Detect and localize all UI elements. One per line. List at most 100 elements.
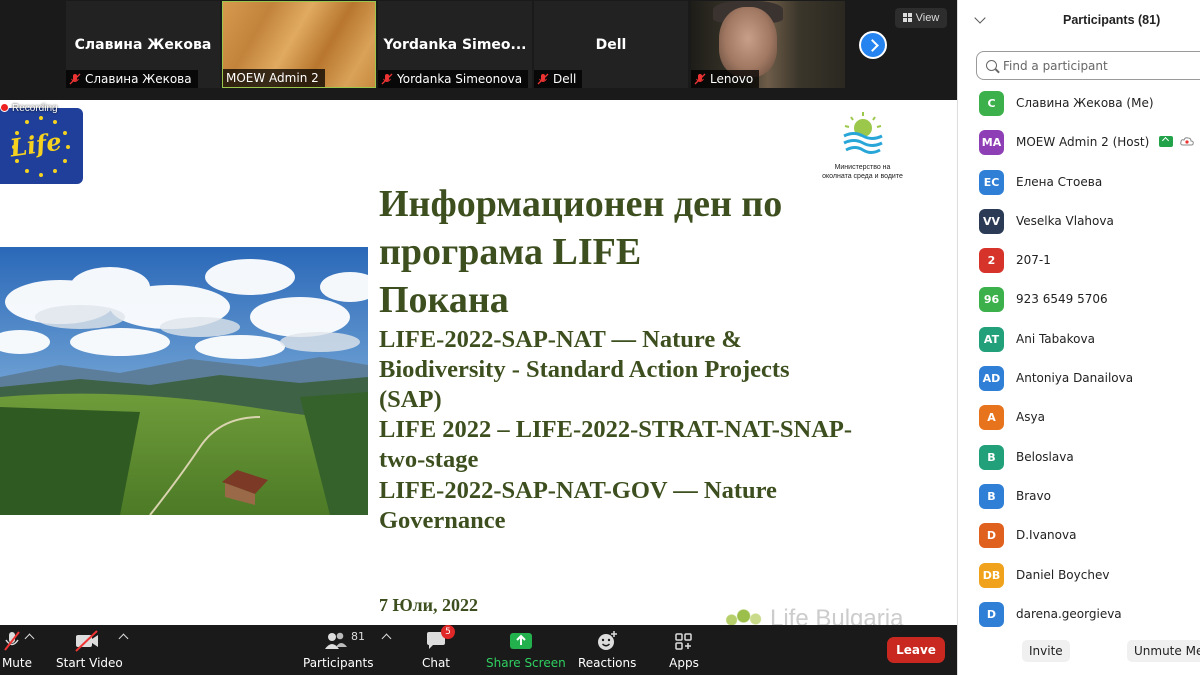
grid-icon bbox=[902, 13, 912, 22]
start-video-button[interactable]: Start Video bbox=[56, 629, 123, 670]
recording-label: Recording bbox=[12, 103, 58, 114]
share-screen-icon bbox=[486, 629, 556, 653]
video-tile[interactable]: Dell Dell bbox=[534, 1, 688, 88]
apps-label: Apps bbox=[669, 656, 699, 670]
avatar: DB bbox=[979, 562, 1004, 588]
video-options-caret-icon[interactable] bbox=[118, 633, 129, 644]
search-icon bbox=[986, 60, 997, 71]
participant-row[interactable]: A Asya bbox=[958, 398, 1200, 437]
mic-muted-icon bbox=[381, 73, 393, 85]
participant-row[interactable]: DB Daniel Boychev bbox=[958, 556, 1200, 595]
video-strip: Славина Жекова Славина Жекова MOEW Admin… bbox=[0, 0, 957, 100]
participant-display-name: Dell bbox=[595, 37, 627, 53]
avatar: 2 bbox=[979, 248, 1004, 274]
participant-name: D.Ivanova bbox=[1016, 528, 1077, 543]
participant-row[interactable]: EC Елена Стоева bbox=[958, 163, 1200, 202]
slide-subtitle-line: Governance bbox=[379, 507, 506, 534]
participants-button[interactable]: 81 Participants bbox=[303, 629, 374, 670]
shared-screen-slide: Recording Life Министерство на околната … bbox=[0, 100, 957, 625]
participant-name: Asya bbox=[1016, 410, 1045, 425]
ministry-text: Министерство на околната среда и водите bbox=[800, 163, 925, 181]
next-page-arrow-icon[interactable] bbox=[859, 31, 887, 59]
recording-indicator: Recording bbox=[0, 103, 58, 114]
invite-button[interactable]: Invite bbox=[1022, 640, 1070, 662]
avatar: 96 bbox=[979, 287, 1004, 313]
participant-search[interactable] bbox=[976, 51, 1200, 80]
avatar: C bbox=[979, 91, 1004, 116]
nameplate-text: Lenovo bbox=[710, 72, 754, 86]
participant-row[interactable]: B Beloslava bbox=[958, 438, 1200, 477]
avatar: B bbox=[979, 444, 1004, 470]
participant-row[interactable]: C Славина Жекова (Me) bbox=[958, 84, 1200, 123]
chat-button[interactable]: 5 Chat bbox=[416, 625, 456, 670]
camera-off-icon bbox=[56, 629, 118, 653]
nameplate: Lenovo bbox=[691, 70, 760, 88]
slide-subtitle-line: LIFE-2022-SAP-NAT-GOV — Nature bbox=[379, 477, 777, 504]
participant-row[interactable]: 2 207-1 bbox=[958, 241, 1200, 280]
view-label: View bbox=[915, 12, 940, 24]
nameplate-text: Dell bbox=[553, 72, 577, 86]
participant-row[interactable]: D darena.georgieva bbox=[958, 595, 1200, 634]
apps-button[interactable]: Apps bbox=[664, 629, 704, 670]
mountain-landscape-image bbox=[0, 247, 368, 515]
eu-life-logo: Life bbox=[0, 108, 83, 184]
participant-name: Veselka Vlahova bbox=[1016, 213, 1114, 228]
participant-name: Елена Стоева bbox=[1016, 174, 1103, 189]
participant-row[interactable]: AD Antoniya Danailova bbox=[958, 359, 1200, 398]
video-tile[interactable]: MOEW Admin 2 bbox=[222, 1, 376, 88]
avatar: D bbox=[979, 523, 1004, 549]
panel-title: Participants (81) bbox=[1063, 13, 1161, 27]
participant-row[interactable]: MA MOEW Admin 2 (Host) bbox=[958, 123, 1200, 162]
participant-row[interactable]: 96 923 6549 5706 bbox=[958, 280, 1200, 319]
avatar: AT bbox=[979, 326, 1004, 352]
participant-name: Beloslava bbox=[1016, 449, 1074, 464]
chat-unread-badge: 5 bbox=[441, 625, 455, 639]
video-tile[interactable]: Славина Жекова Славина Жекова bbox=[66, 1, 220, 88]
slide-date: 7 Юли, 2022 bbox=[379, 595, 478, 615]
avatar: VV bbox=[979, 208, 1004, 234]
search-input[interactable] bbox=[1003, 52, 1200, 79]
participant-row[interactable]: AT Ani Tabakova bbox=[958, 320, 1200, 359]
participant-name: Славина Жекова (Me) bbox=[1016, 96, 1154, 110]
participant-name: Daniel Boychev bbox=[1016, 567, 1110, 582]
reactions-button[interactable]: Reactions bbox=[578, 629, 636, 670]
apps-icon bbox=[664, 629, 704, 653]
participant-row[interactable]: B Bravo bbox=[958, 477, 1200, 516]
nameplate: MOEW Admin 2 bbox=[223, 69, 325, 87]
participant-name: Antoniya Danailova bbox=[1016, 371, 1134, 386]
share-screen-button[interactable]: Share Screen bbox=[486, 629, 566, 670]
video-tile[interactable]: Lenovo bbox=[691, 1, 845, 88]
nameplate-text: Yordanka Simeonova bbox=[397, 72, 523, 86]
mic-muted-icon bbox=[694, 73, 706, 85]
unmute-me-button[interactable]: Unmute Me bbox=[1127, 640, 1200, 662]
slide-title-line: програма LIFE bbox=[379, 231, 642, 273]
view-button[interactable]: View bbox=[895, 8, 947, 28]
participants-panel: Participants (81) C Славина Жекова (Me) … bbox=[957, 0, 1200, 675]
nameplate-text: Славина Жекова bbox=[85, 72, 192, 86]
participant-name: Bravo bbox=[1016, 488, 1051, 503]
participants-icon: 81 bbox=[303, 629, 369, 653]
participant-display-name: Yordanka Simeo... bbox=[383, 37, 527, 53]
participant-row[interactable]: D D.Ivanova bbox=[958, 516, 1200, 555]
mic-muted-icon bbox=[537, 73, 549, 85]
ministry-line2: околната среда и водите bbox=[822, 173, 903, 180]
chevron-down-icon[interactable] bbox=[974, 12, 986, 24]
panel-header: Participants (81) bbox=[958, 0, 1200, 40]
participants-count: 81 bbox=[351, 630, 365, 643]
nameplate-text: MOEW Admin 2 bbox=[226, 71, 319, 85]
person-face bbox=[719, 7, 777, 77]
participants-options-caret-icon[interactable] bbox=[381, 633, 392, 644]
panel-footer: Invite Unmute Me bbox=[958, 636, 1200, 675]
participant-name: 207-1 bbox=[1016, 253, 1051, 268]
participant-row[interactable]: VV Veselka Vlahova bbox=[958, 202, 1200, 241]
nameplate: Yordanka Simeonova bbox=[378, 70, 529, 88]
leaf-icon bbox=[722, 608, 770, 625]
video-tile[interactable]: Yordanka Simeo... Yordanka Simeonova bbox=[378, 1, 532, 88]
slide-subtitle-line: LIFE 2022 – LIFE-2022-STRAT-NAT-SNAP- bbox=[379, 416, 853, 443]
participant-display-name: Славина Жекова bbox=[74, 37, 212, 53]
avatar: MA bbox=[979, 130, 1004, 156]
nameplate: Славина Жекова bbox=[66, 70, 198, 88]
screen-sharing-icon bbox=[1159, 136, 1173, 148]
slide-subtitle-line: (SAP) bbox=[379, 386, 442, 413]
leave-button[interactable]: Leave bbox=[887, 637, 945, 663]
